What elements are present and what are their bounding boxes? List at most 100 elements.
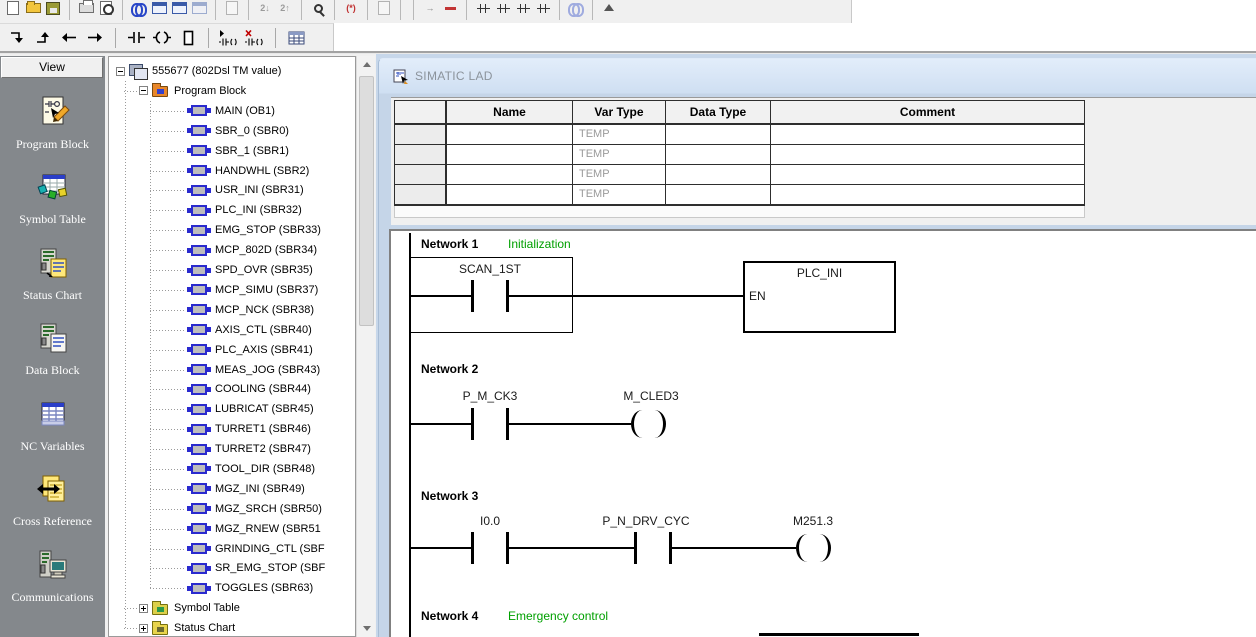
- coil-operand[interactable]: M251.3: [753, 514, 873, 528]
- comment-cell[interactable]: [771, 145, 1084, 165]
- tree-item-subroutine[interactable]: SBR_0 (SBR0): [186, 121, 289, 141]
- row-selector[interactable]: [395, 185, 447, 205]
- print-icon[interactable]: [76, 0, 96, 23]
- window-title-bar[interactable]: SIMATIC LAD: [379, 59, 1256, 93]
- network-2-label[interactable]: Network 2: [421, 362, 478, 376]
- tree-item-subroutine[interactable]: MGZ_SRCH (SBR50): [186, 499, 322, 519]
- delete-network-icon[interactable]: [242, 27, 268, 49]
- collapse-icon[interactable]: [139, 86, 148, 95]
- sidebar-item-status-chart[interactable]: Status Chart: [0, 246, 105, 303]
- tree-item-project-root[interactable]: 555677 (802Dsl TM value): [116, 61, 281, 81]
- comment-cell[interactable]: [771, 125, 1084, 145]
- block-name[interactable]: PLC_INI: [745, 266, 894, 280]
- tree-item-symbol-table[interactable]: Symbol Table: [139, 598, 240, 618]
- name-cell[interactable]: [447, 145, 573, 165]
- var-type-cell[interactable]: TEMP: [573, 185, 666, 205]
- tree-item-subroutine[interactable]: MAIN (OB1): [186, 101, 275, 121]
- column-header-var-type[interactable]: Var Type: [573, 101, 666, 125]
- network-3-label[interactable]: Network 3: [421, 489, 478, 503]
- function-block[interactable]: PLC_INI EN: [743, 261, 896, 333]
- comment-icon[interactable]: (*): [341, 0, 361, 23]
- var-type-cell[interactable]: TEMP: [573, 145, 666, 165]
- row-selector[interactable]: [395, 145, 447, 165]
- tree-item-subroutine[interactable]: AXIS_CTL (SBR40): [186, 320, 312, 340]
- collapse-icon[interactable]: [116, 67, 125, 76]
- contact-operand[interactable]: SCAN_1ST: [430, 262, 550, 276]
- sort-up-icon[interactable]: 2↑: [275, 0, 295, 23]
- contact-operand[interactable]: P_M_CK3: [430, 389, 550, 403]
- column-header-name[interactable]: Name: [447, 101, 573, 125]
- tree-item-status-chart[interactable]: Status Chart: [139, 618, 235, 637]
- contact-icon[interactable]: [123, 27, 149, 49]
- tree-item-subroutine[interactable]: MCP_802D (SBR34): [186, 240, 317, 260]
- print-preview-icon[interactable]: [96, 0, 116, 23]
- tree-item-subroutine[interactable]: MGZ_RNEW (SBR51: [186, 519, 321, 539]
- tree-item-subroutine[interactable]: EMG_STOP (SBR33): [186, 220, 321, 240]
- ladder-edit-1-icon[interactable]: [473, 0, 493, 23]
- tree-item-subroutine[interactable]: SBR_1 (SBR1): [186, 141, 289, 161]
- tree-item-subroutine[interactable]: HANDWHL (SBR2): [186, 161, 309, 181]
- line-down-icon[interactable]: [4, 27, 30, 49]
- save-icon[interactable]: [43, 0, 63, 23]
- sidebar-item-cross-reference[interactable]: Cross Reference: [0, 472, 105, 529]
- ladder-edit-2-icon[interactable]: [493, 0, 513, 23]
- view-header-button[interactable]: View: [1, 57, 103, 78]
- row-selector[interactable]: [395, 125, 447, 145]
- panel-disabled-icon[interactable]: [374, 0, 394, 23]
- tree-item-subroutine[interactable]: SPD_OVR (SBR35): [186, 260, 313, 280]
- window-blue-icon[interactable]: [169, 0, 189, 23]
- coil-symbol[interactable]: [818, 534, 831, 562]
- line-up-icon[interactable]: [30, 27, 56, 49]
- line-right-icon[interactable]: [82, 27, 108, 49]
- upload-icon[interactable]: [599, 0, 619, 23]
- expand-icon[interactable]: [139, 604, 148, 613]
- network-4-label[interactable]: Network 4: [421, 609, 478, 623]
- panel-icon[interactable]: [222, 0, 242, 23]
- tree-item-subroutine[interactable]: TOGGLES (SBR63): [186, 578, 313, 598]
- binoculars-disabled-icon[interactable]: [566, 0, 586, 23]
- sidebar-item-nc-variables[interactable]: NC Variables: [0, 397, 105, 454]
- tree-item-subroutine[interactable]: MEAS_JOG (SBR43): [186, 360, 320, 380]
- contact-operand[interactable]: I0.0: [430, 514, 550, 528]
- name-cell[interactable]: [447, 185, 573, 205]
- name-cell[interactable]: [447, 125, 573, 145]
- magnifier-icon[interactable]: [308, 0, 328, 23]
- tree-item-subroutine[interactable]: USR_INI (SBR31): [186, 180, 304, 200]
- data-type-cell[interactable]: [666, 125, 771, 145]
- scroll-up-button[interactable]: [357, 56, 376, 73]
- network-1-comment[interactable]: Initialization: [508, 237, 571, 251]
- tree-item-subroutine[interactable]: PLC_INI (SBR32): [186, 200, 302, 220]
- sidebar-item-data-block[interactable]: Data Block: [0, 321, 105, 378]
- contact-symbol[interactable]: [471, 408, 474, 440]
- coil-symbol[interactable]: [796, 534, 809, 562]
- ladder-edit-3-icon[interactable]: [513, 0, 533, 23]
- network-4-comment[interactable]: Emergency control: [508, 609, 608, 623]
- contact-operand[interactable]: P_N_DRV_CYC: [576, 514, 716, 528]
- tree-item-subroutine[interactable]: MGZ_INI (SBR49): [186, 479, 305, 499]
- open-folder-icon[interactable]: [23, 0, 43, 23]
- row-selector-header[interactable]: [395, 101, 447, 125]
- expand-icon[interactable]: [139, 624, 148, 633]
- tree-item-subroutine[interactable]: COOLING (SBR44): [186, 379, 311, 399]
- row-selector[interactable]: [395, 165, 447, 185]
- ladder-edit-4-icon[interactable]: [533, 0, 553, 23]
- column-header-data-type[interactable]: Data Type: [666, 101, 771, 125]
- window-disabled-icon[interactable]: [189, 0, 209, 23]
- coil-symbol[interactable]: [653, 410, 666, 438]
- scroll-down-button[interactable]: [357, 620, 376, 637]
- tree-item-subroutine[interactable]: MCP_NCK (SBR38): [186, 300, 314, 320]
- tree-item-subroutine[interactable]: TURRET2 (SBR47): [186, 439, 311, 459]
- column-header-comment[interactable]: Comment: [771, 101, 1084, 125]
- contact-symbol[interactable]: [471, 280, 474, 312]
- contact-symbol[interactable]: [634, 532, 637, 564]
- tree-item-subroutine[interactable]: GRINDING_CTL (SBF: [186, 539, 325, 559]
- data-type-cell[interactable]: [666, 165, 771, 185]
- insert-network-icon[interactable]: [216, 27, 242, 49]
- box-icon[interactable]: [175, 27, 201, 49]
- function-block-partial[interactable]: [759, 633, 919, 636]
- table-view-icon[interactable]: [283, 27, 309, 49]
- network-1-label[interactable]: Network 1: [421, 237, 478, 251]
- coil-icon[interactable]: [149, 27, 175, 49]
- tree-item-subroutine[interactable]: TOOL_DIR (SBR48): [186, 459, 315, 479]
- name-cell[interactable]: [447, 165, 573, 185]
